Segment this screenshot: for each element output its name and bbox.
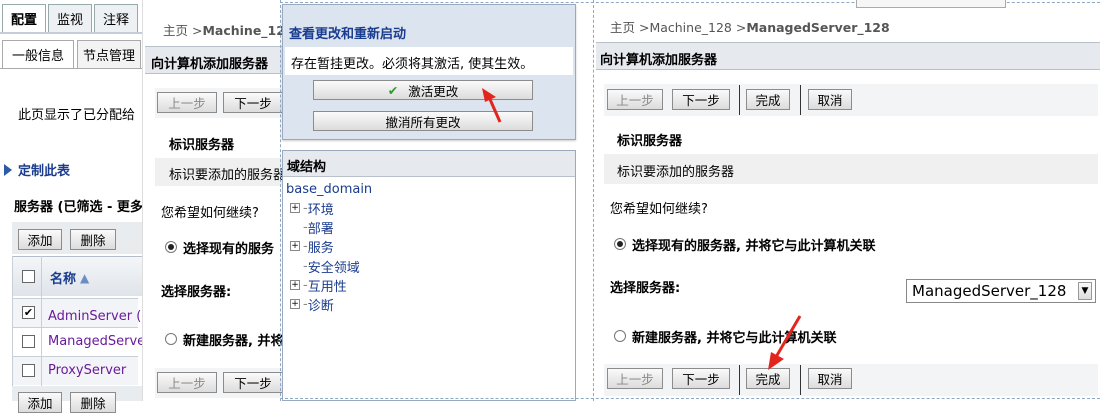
arrow-to-activate-icon xyxy=(482,88,502,123)
annotation-arrows xyxy=(482,88,802,370)
arrow-to-finish-icon xyxy=(768,315,802,370)
